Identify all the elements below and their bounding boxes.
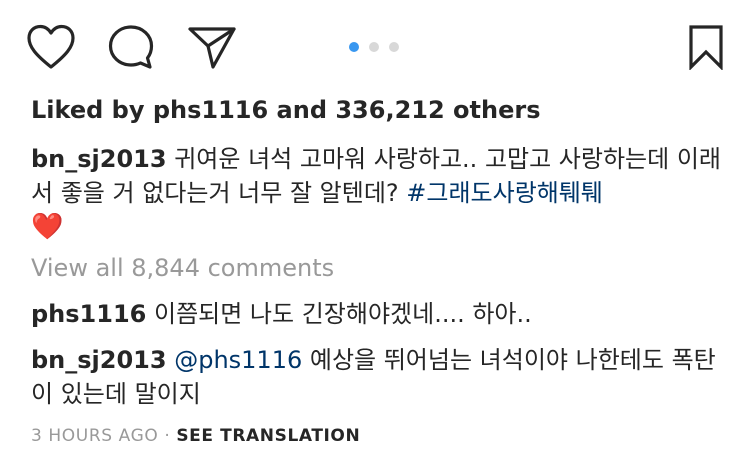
bookmark-icon[interactable] <box>688 24 724 70</box>
post-timestamp: 3 HOURS AGO <box>31 426 159 446</box>
likes-prefix: Liked by <box>31 96 153 124</box>
comment-username[interactable]: bn_sj2013 <box>31 346 167 374</box>
red-heart-emoji-icon: ❤️ <box>31 212 64 242</box>
post-meta: 3 HOURS AGO · SEE TRANSLATION <box>31 425 360 447</box>
caption-hashtag[interactable]: #그래도사랑해퉤퉤 <box>406 179 603 207</box>
likes-count-link[interactable]: 336,212 others <box>335 96 540 124</box>
caption: bn_sj2013 귀여운 녀석 고마워 사랑하고.. 고맙고 사랑하는데 이래… <box>31 142 731 244</box>
comment-text: 이쯤되면 나도 긴장해야겠네.... 하아.. <box>146 300 532 328</box>
action-bar <box>0 0 741 92</box>
carousel-indicator <box>349 42 409 52</box>
meta-separator: · <box>158 426 177 446</box>
comment-username[interactable]: phs1116 <box>31 300 146 328</box>
caption-username[interactable]: bn_sj2013 <box>31 145 167 173</box>
comment-item: bn_sj2013 @phs1116 예상을 뛰어넘는 녀석이야 나한테도 폭탄… <box>31 343 731 411</box>
carousel-dot <box>389 42 399 52</box>
likes-summary[interactable]: Liked by phs1116 and 336,212 others <box>31 93 721 127</box>
carousel-dot-active <box>349 42 359 52</box>
paper-plane-icon[interactable] <box>187 25 237 71</box>
comment-icon[interactable] <box>107 24 155 70</box>
likes-middle: and <box>268 96 336 124</box>
post-footer: Liked by phs1116 and 336,212 others bn_s… <box>0 0 741 468</box>
carousel-dot <box>369 42 379 52</box>
view-all-comments-link[interactable]: View all 8,844 comments <box>31 251 721 285</box>
comment-item: phs1116 이쯤되면 나도 긴장해야겠네.... 하아.. <box>31 297 721 331</box>
heart-icon[interactable] <box>26 24 76 70</box>
comment-mention[interactable]: @phs1116 <box>167 346 302 374</box>
likes-user-link[interactable]: phs1116 <box>153 96 268 124</box>
see-translation-link[interactable]: SEE TRANSLATION <box>176 426 360 446</box>
